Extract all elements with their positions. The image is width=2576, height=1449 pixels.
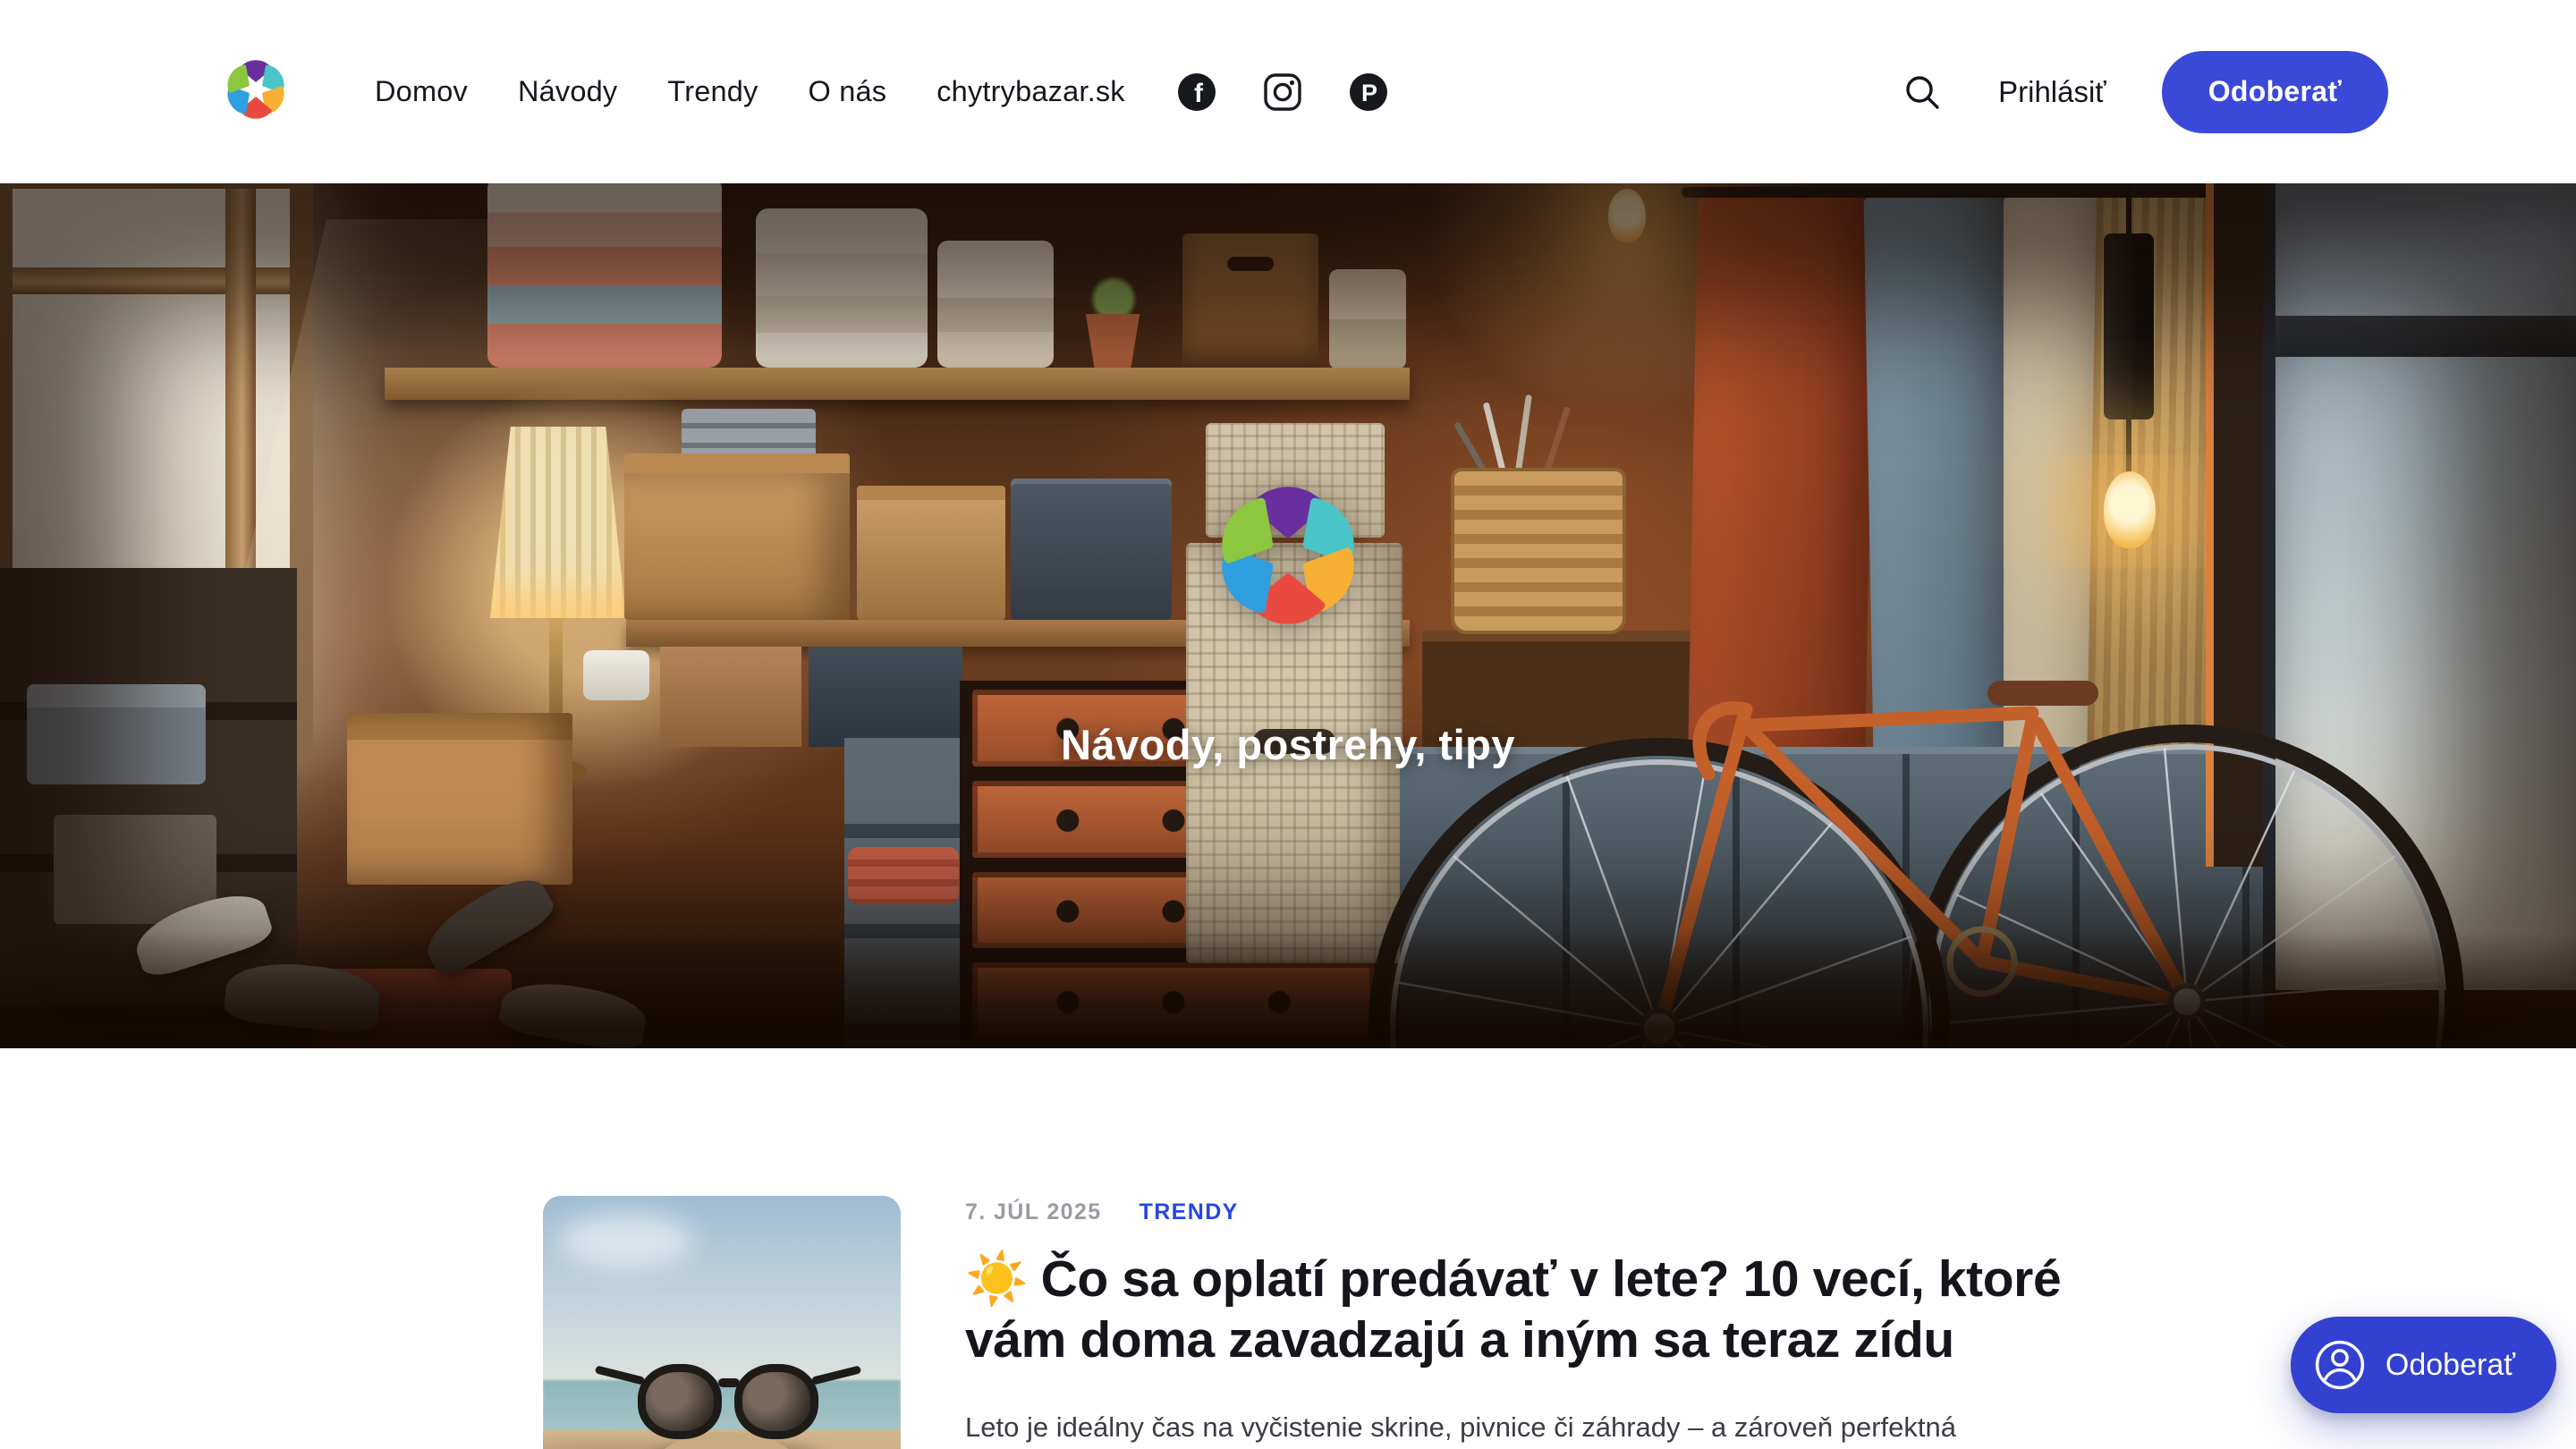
thumb-cloud (559, 1214, 693, 1267)
floating-subscribe-label: Odoberať (2385, 1348, 2515, 1383)
hero-content: Návody, postrehy, tipy (0, 187, 2576, 1048)
site-header: Domov Návody Trendy O nás chytrybazar.sk… (0, 0, 2576, 183)
login-link[interactable]: Prihlásiť (1998, 75, 2106, 109)
main-nav: Domov Návody Trendy O nás chytrybazar.sk (375, 75, 1125, 108)
brand-logo-icon (219, 49, 292, 130)
facebook-icon[interactable]: f (1177, 72, 1216, 112)
nav-item-chytrybazar[interactable]: chytrybazar.sk (936, 75, 1125, 108)
thumb-sunglasses-bridge (718, 1378, 740, 1387)
nav-item-domov[interactable]: Domov (375, 75, 468, 108)
post-meta: 7. JÚL 2025 TRENDY (965, 1199, 2079, 1225)
pinterest-icon[interactable]: P (1349, 72, 1388, 112)
post-title-line: vám doma zavadzajú a iným sa teraz zídu (965, 1311, 1954, 1368)
nav-item-o-nas[interactable]: O nás (809, 75, 887, 108)
sun-emoji: ☀️ (965, 1250, 1029, 1308)
post-excerpt: Leto je ideálny čas na vyčistenie skrine… (965, 1402, 2079, 1449)
search-icon[interactable] (1902, 72, 1943, 113)
post-title-link[interactable]: ☀️Čo sa oplatí predávať v lete? 10 vecí,… (965, 1249, 2079, 1370)
post-thumbnail[interactable] (543, 1196, 901, 1449)
svg-text:P: P (1361, 80, 1377, 106)
svg-text:f: f (1194, 79, 1204, 108)
hero-tagline: Návody, postrehy, tipy (1061, 720, 1515, 769)
post-category-link[interactable]: TRENDY (1140, 1199, 1239, 1225)
post-body: 7. JÚL 2025 TRENDY ☀️Čo sa oplatí predáv… (965, 1196, 2079, 1449)
post-card: 7. JÚL 2025 TRENDY ☀️Čo sa oplatí predáv… (543, 1196, 2576, 1449)
thumb-sunglasses-lens (638, 1364, 722, 1439)
header-actions: Prihlásiť Odoberať (1902, 51, 2388, 133)
hero-banner: Návody, postrehy, tipy (0, 183, 2576, 1048)
post-date: 7. JÚL 2025 (965, 1199, 1102, 1225)
thumb-sea (543, 1380, 901, 1437)
brand-logo-icon (1202, 470, 1374, 641)
nav-item-navody[interactable]: Návody (518, 75, 617, 108)
post-title-line: Čo sa oplatí predávať v lete? 10 vecí, k… (1041, 1250, 2062, 1308)
post-excerpt-line: Leto je ideálny čas na vyčistenie skrine… (965, 1411, 1956, 1443)
person-icon (2314, 1339, 2366, 1391)
social-links: f P (1177, 72, 1388, 112)
subscribe-button[interactable]: Odoberať (2162, 51, 2388, 133)
nav-item-trendy[interactable]: Trendy (667, 75, 758, 108)
floating-subscribe-button[interactable]: Odoberať (2291, 1317, 2556, 1413)
instagram-icon[interactable] (1263, 72, 1302, 112)
thumb-sunglasses-lens (734, 1364, 818, 1439)
post-feed: 7. JÚL 2025 TRENDY ☀️Čo sa oplatí predáv… (0, 1048, 2576, 1449)
site-logo[interactable] (219, 49, 292, 134)
